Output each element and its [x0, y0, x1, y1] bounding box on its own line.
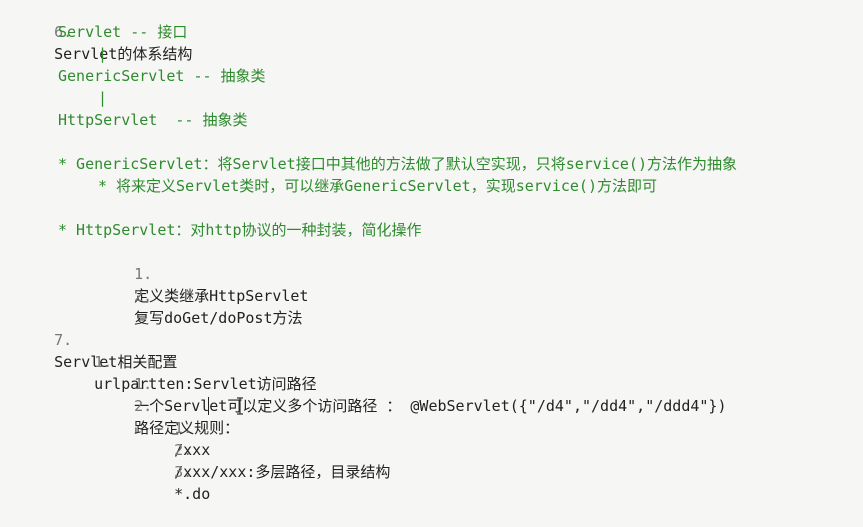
item-text: 一个Servlet可以定义多个访问路径 ： @WebServlet({"/d4"…: [134, 397, 727, 415]
text-ibeam-cursor-icon: [237, 397, 243, 415]
note-genericservlet: * GenericServlet：将Servlet接口中其他的方法做了默认空实现…: [58, 155, 737, 173]
hierarchy-httpservlet: HttpServlet -- 抽象类: [58, 111, 248, 129]
httpservlet-step-2: 2. 复写doGet/doPost方法: [98, 263, 302, 327]
section-7-heading: 7. Servlet相关配置: [18, 307, 177, 371]
note-genericservlet-sub: * 将来定义Servlet类时，可以继承GenericServlet，实现ser…: [98, 177, 657, 195]
document-view[interactable]: 6. Servlet的体系结构 Servlet -- 接口 | GenericS…: [0, 0, 863, 503]
rule-number: 3.: [174, 463, 193, 481]
section-6-heading: 6. Servlet的体系结构: [18, 0, 192, 63]
config-item-1-1: 1. 一个Servlet可以定义多个访问路径 ： @WebServlet({"/…: [98, 351, 726, 415]
hierarchy-connector-1: |: [98, 45, 108, 63]
hierarchy-genericservlet: GenericServlet -- 抽象类: [58, 67, 266, 85]
hierarchy-connector-2: |: [98, 89, 108, 107]
text-caret: [208, 397, 209, 415]
config-item-1: 1. urlpartten:Servlet访问路径: [58, 329, 317, 393]
note-httpservlet: * HttpServlet：对http协议的一种封装，简化操作: [58, 221, 422, 239]
hierarchy-servlet: Servlet -- 接口: [58, 23, 188, 41]
path-rule-3: 3. *.do: [138, 439, 210, 503]
rule-text: /xxx/xxx:多层路径，目录结构: [174, 463, 391, 481]
step-text: 定义类继承HttpServlet: [134, 287, 309, 305]
httpservlet-step-1: 1. 定义类继承HttpServlet: [98, 241, 308, 305]
rule-text: *.do: [174, 485, 211, 503]
path-rule-1: 1. /xxx: [138, 395, 210, 459]
path-rule-2: 2. /xxx/xxx:多层路径，目录结构: [138, 417, 390, 481]
config-item-1-2: 2. 路径定义规则：: [98, 373, 239, 437]
section-6-title: Servlet的体系结构: [54, 45, 193, 63]
step-number: 2.: [134, 287, 153, 305]
